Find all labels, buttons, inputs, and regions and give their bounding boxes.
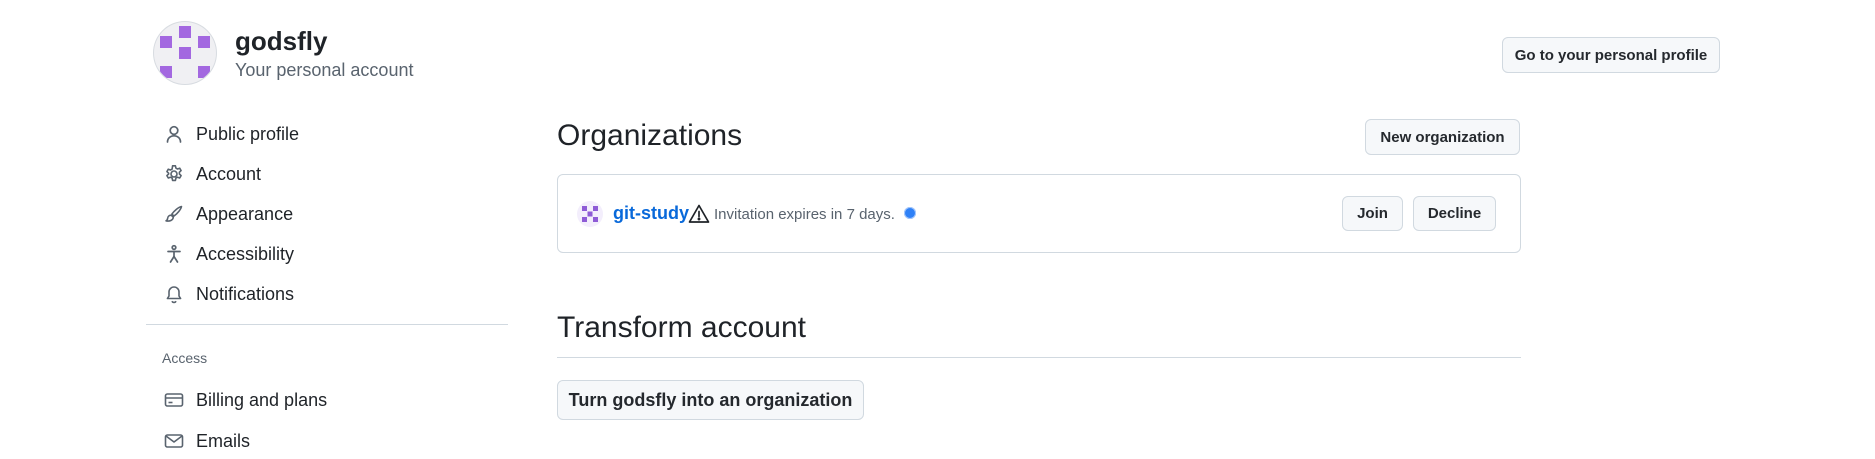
person-icon bbox=[162, 122, 186, 146]
sidebar-item-public-profile[interactable]: Public profile bbox=[162, 116, 299, 152]
sidebar-item-notifications[interactable]: Notifications bbox=[162, 276, 294, 312]
sidebar-item-label: Notifications bbox=[196, 283, 295, 304]
bell-icon bbox=[162, 282, 186, 306]
new-organization-button[interactable]: New organization bbox=[1365, 119, 1520, 155]
go-to-profile-button[interactable]: Go to your personal profile bbox=[1502, 37, 1720, 73]
sidebar-item-label: Public profile bbox=[196, 123, 300, 144]
sidebar-divider bbox=[146, 324, 508, 325]
organizations-title: Organizations bbox=[557, 119, 743, 152]
turn-into-organization-button[interactable]: Turn godsfly into an organization bbox=[557, 380, 864, 420]
sidebar-item-billing[interactable]: Billing and plans bbox=[162, 382, 327, 418]
paintbrush-icon bbox=[162, 202, 186, 226]
accessibility-icon bbox=[162, 242, 186, 266]
sidebar-heading-access: Access bbox=[162, 350, 208, 366]
sidebar-item-label: Appearance bbox=[196, 203, 294, 224]
sidebar-item-appearance[interactable]: Appearance bbox=[162, 196, 293, 232]
sidebar-item-label: Accessibility bbox=[196, 243, 295, 264]
invitation-status: Invitation expires in 7 days. bbox=[714, 206, 895, 223]
gear-icon bbox=[162, 162, 186, 186]
transform-account-title: Transform account bbox=[557, 311, 806, 344]
sidebar-item-label: Billing and plans bbox=[196, 389, 328, 410]
identicon-image bbox=[160, 26, 210, 78]
username: godsfly bbox=[235, 26, 328, 56]
org-name-link[interactable]: git-study bbox=[613, 203, 689, 224]
join-button[interactable]: Join bbox=[1342, 196, 1403, 231]
mail-icon bbox=[162, 429, 186, 453]
account-subtitle: Your personal account bbox=[235, 60, 414, 80]
sidebar-item-label: Emails bbox=[196, 430, 251, 451]
sidebar-item-account[interactable]: Account bbox=[162, 156, 261, 192]
org-avatar[interactable] bbox=[577, 201, 603, 227]
sidebar-item-emails[interactable]: Emails bbox=[162, 423, 250, 459]
org-identicon-image bbox=[582, 206, 598, 222]
credit-card-icon bbox=[162, 388, 186, 412]
alert-icon bbox=[688, 203, 710, 225]
user-avatar[interactable] bbox=[154, 22, 216, 84]
sidebar-item-label: Account bbox=[196, 163, 262, 184]
unread-dot-icon bbox=[904, 207, 916, 219]
section-divider bbox=[557, 357, 1521, 358]
decline-button[interactable]: Decline bbox=[1413, 196, 1496, 231]
sidebar-item-accessibility[interactable]: Accessibility bbox=[162, 236, 294, 272]
